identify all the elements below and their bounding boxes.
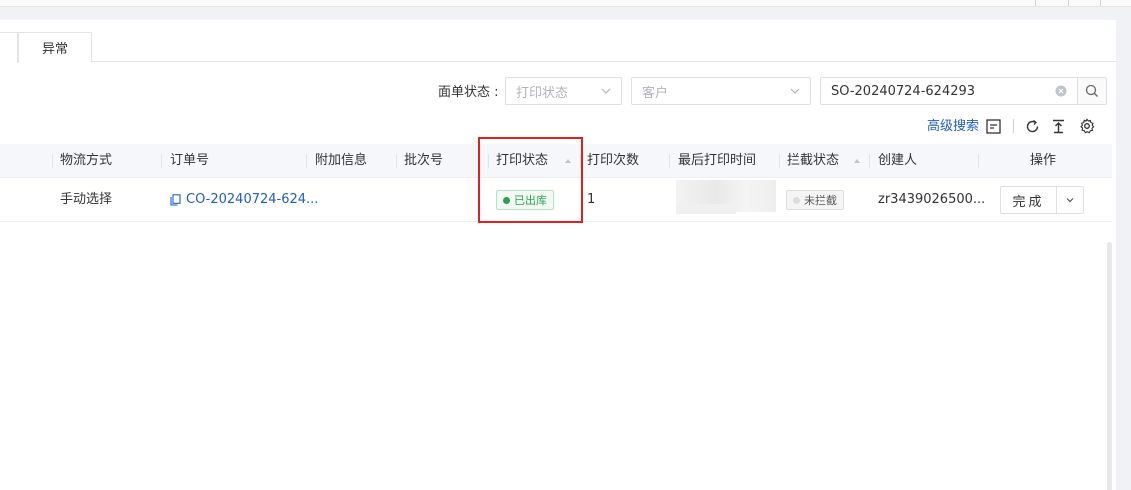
order-number[interactable]: CO-20240724-624... bbox=[186, 178, 318, 222]
customer-placeholder: 客户 bbox=[642, 85, 669, 101]
customer-select[interactable]: 客户 bbox=[631, 77, 811, 105]
column-batch-no[interactable]: 批次号 bbox=[404, 144, 443, 178]
complete-button-label: 完成 bbox=[1012, 194, 1045, 210]
toolbar-divider bbox=[1013, 119, 1014, 133]
cell-creator: zr3439026500... bbox=[878, 192, 986, 207]
order-search-input[interactable]: SO-20240724-624293 bbox=[820, 77, 1078, 105]
top-bar-divider bbox=[1068, 0, 1069, 6]
search-icon bbox=[1085, 84, 1098, 97]
print-status-select[interactable]: 打印状态 bbox=[505, 77, 622, 105]
tab-bar: 异常 bbox=[0, 32, 1116, 63]
tab-exception[interactable]: 异常 bbox=[18, 32, 92, 63]
more-actions-button[interactable] bbox=[1057, 186, 1084, 214]
copy-icon[interactable] bbox=[170, 194, 181, 206]
tab-label: 异常 bbox=[41, 42, 68, 57]
search-button[interactable] bbox=[1077, 77, 1107, 105]
waybill-status-label: 面单状态 : bbox=[438, 85, 499, 100]
print-status-placeholder: 打印状态 bbox=[516, 85, 569, 101]
intercept-status-badge: 未拦截 bbox=[786, 190, 844, 210]
status-dot bbox=[793, 196, 800, 204]
complete-button[interactable]: 完成 bbox=[1000, 186, 1057, 214]
column-intercept-status[interactable]: 拦截状态 bbox=[787, 144, 839, 178]
column-order-no[interactable]: 订单号 bbox=[170, 144, 209, 178]
sort-icon[interactable] bbox=[854, 159, 860, 163]
column-divider bbox=[978, 154, 979, 168]
print-status-text: 已出库 bbox=[514, 194, 547, 207]
top-bar bbox=[0, 0, 1131, 7]
tab-previous[interactable] bbox=[0, 32, 18, 63]
column-divider bbox=[488, 154, 489, 168]
cell-print-count: 1 bbox=[587, 192, 596, 207]
column-action: 操作 bbox=[1030, 153, 1057, 168]
top-bar-divider bbox=[1035, 0, 1036, 6]
column-divider bbox=[669, 154, 670, 168]
column-divider bbox=[306, 154, 307, 168]
main-panel: 异常 面单状态 : 打印状态 客户 SO-20240724-624293 高级搜… bbox=[0, 20, 1116, 490]
column-divider bbox=[52, 154, 53, 168]
column-extra-info[interactable]: 附加信息 bbox=[315, 144, 367, 178]
column-divider bbox=[580, 154, 581, 168]
column-last-print-time[interactable]: 最后打印时间 bbox=[678, 144, 756, 178]
settings-icon[interactable] bbox=[1078, 117, 1096, 135]
order-link[interactable]: CO-20240724-624... bbox=[170, 178, 318, 222]
status-dot bbox=[503, 196, 510, 204]
clear-icon[interactable] bbox=[1055, 85, 1067, 97]
column-print-count[interactable]: 打印次数 bbox=[587, 144, 639, 178]
table-header: 物流方式 订单号 附加信息 批次号 打印状态 打印次数 最后打印时间 拦截状态 … bbox=[0, 144, 1112, 178]
sort-icon[interactable] bbox=[565, 159, 571, 163]
expand-icon[interactable] bbox=[984, 117, 1002, 135]
column-divider bbox=[396, 154, 397, 168]
advanced-search-link[interactable]: 高级搜索 bbox=[927, 117, 979, 137]
chevron-down-icon bbox=[790, 88, 800, 94]
print-status-badge: 已出库 bbox=[496, 190, 554, 210]
column-divider bbox=[869, 154, 870, 168]
chevron-down-icon bbox=[1066, 198, 1074, 203]
top-bar-divider bbox=[1100, 0, 1101, 6]
vertical-scrollbar[interactable] bbox=[1107, 242, 1112, 490]
intercept-status-text: 未拦截 bbox=[804, 194, 837, 207]
column-logistics[interactable]: 物流方式 bbox=[60, 144, 112, 178]
column-divider bbox=[779, 154, 780, 168]
cell-logistics: 手动选择 bbox=[60, 192, 113, 207]
column-creator[interactable]: 创建人 bbox=[878, 144, 917, 178]
table-row[interactable]: 手动选择 CO-20240724-624... 已出库 1 未拦截 zr3439… bbox=[0, 178, 1112, 222]
chevron-down-icon bbox=[601, 88, 611, 94]
last-print-time-redacted bbox=[676, 204, 736, 214]
export-icon[interactable] bbox=[1049, 117, 1067, 135]
refresh-icon[interactable] bbox=[1023, 117, 1041, 135]
column-print-status[interactable]: 打印状态 bbox=[496, 144, 548, 178]
column-divider bbox=[161, 154, 162, 168]
search-value: SO-20240724-624293 bbox=[831, 83, 976, 99]
